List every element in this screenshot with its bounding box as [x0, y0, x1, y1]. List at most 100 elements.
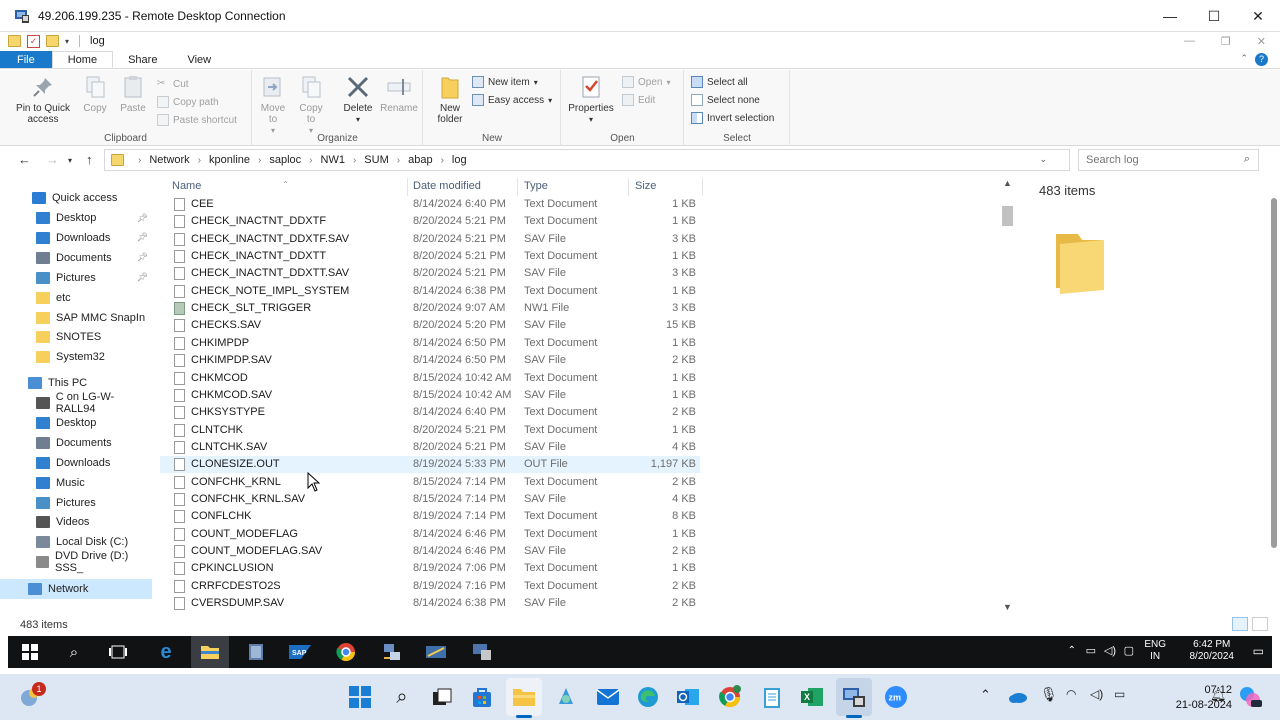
pin-to-quick-access-button[interactable]: Pin to Quick access — [12, 74, 74, 125]
forward-arrow-icon[interactable]: → — [46, 152, 59, 167]
remote-desktop-taskbar-icon[interactable] — [840, 683, 868, 711]
explorer-close-button[interactable]: ✕ — [1257, 35, 1266, 48]
paste-button[interactable]: Paste — [116, 74, 150, 114]
store-icon[interactable] — [468, 683, 496, 711]
breadcrumb-item[interactable]: log — [452, 154, 467, 166]
file-row[interactable]: CONFCHK_KRNL.SAV 8/15/2024 7:14 PM SAV Fil… — [160, 491, 700, 508]
ribbon-collapse-icon[interactable]: ⌃ — [1240, 53, 1248, 64]
task-view-icon[interactable] — [428, 683, 456, 711]
sap-icon[interactable]: SAP — [288, 640, 312, 664]
file-row[interactable]: CHECK_INACTNT_DDXTT.SAV 8/20/2024 5:21 PM… — [160, 265, 700, 282]
breadcrumb-item[interactable]: saploc — [269, 154, 301, 166]
recent-locations-icon[interactable]: ▾ — [68, 156, 72, 165]
excel-icon[interactable]: X — [798, 683, 826, 711]
details-view-button[interactable] — [1232, 617, 1248, 631]
maximize-button[interactable]: ☐ — [1192, 0, 1236, 32]
open-button[interactable]: Open ▾ — [622, 74, 670, 90]
file-row[interactable]: CHKSYSTYPE 8/14/2024 6:40 PM Text Document… — [160, 404, 700, 421]
close-button[interactable]: ✕ — [1236, 0, 1280, 32]
mail-icon[interactable] — [594, 683, 622, 711]
edit-button[interactable]: Edit — [622, 92, 655, 108]
file-row[interactable]: CHKMCOD.SAV 8/15/2024 10:42 AM SAV File 1 K… — [160, 387, 700, 404]
up-arrow-icon[interactable]: ↑ — [86, 152, 93, 167]
outlook-icon[interactable] — [674, 683, 702, 711]
address-bar[interactable]: › Network › kponline › saploc › NW1 › SUM › abap › lo… — [104, 149, 1087, 171]
rename-button[interactable]: Rename — [379, 74, 419, 114]
new-folder-quick-icon[interactable] — [46, 35, 59, 47]
remote-clock[interactable]: 6:42 PM 8/20/2024 — [1190, 639, 1235, 663]
breadcrumb-chevron-icon[interactable]: › — [353, 155, 356, 166]
file-row[interactable]: CHECK_INACTNT_DDXTF 8/20/2024 5:21 PM Text… — [160, 213, 700, 230]
file-row[interactable]: CONFCHK_KRNL 8/15/2024 7:14 PM Text Docume… — [160, 474, 700, 491]
file-row[interactable]: CONFLCHK 8/19/2024 7:14 PM Text Document 8 … — [160, 508, 700, 525]
breadcrumb-item[interactable]: NW1 — [321, 154, 345, 166]
copy-to-button[interactable]: Copy to ▾ — [295, 74, 327, 136]
weather-widget-icon[interactable]: 1 — [16, 682, 46, 711]
chrome-profile-icon[interactable] — [716, 683, 744, 711]
breadcrumb-chevron-icon[interactable]: › — [309, 155, 312, 166]
file-row[interactable]: CLNTCHK.SAV 8/20/2024 5:21 PM SAV File 4 KB — [160, 439, 700, 456]
scroll-up-icon[interactable]: ▲ — [1003, 178, 1012, 188]
new-folder-button[interactable]: New folder — [432, 74, 468, 125]
move-to-button[interactable]: Move to ▾ — [257, 74, 289, 136]
file-row[interactable]: CHECK_NOTE_IMPL_SYSTEM 8/14/2024 6:38 PM T… — [160, 283, 700, 300]
tab-view[interactable]: View — [172, 51, 226, 68]
file-row[interactable]: CRRFCDESTO2S 8/19/2024 7:16 PM Text Docume… — [160, 578, 700, 595]
nav-network[interactable]: Network — [0, 579, 152, 599]
minimize-button[interactable]: — — [1148, 0, 1192, 32]
notification-bell-icon[interactable]: 🔔︎ — [1210, 687, 1227, 703]
tab-file[interactable]: File — [0, 51, 52, 68]
network-app-icon[interactable] — [380, 640, 404, 664]
file-row[interactable]: CPKINCLUSION 8/19/2024 7:06 PM Text Docume… — [160, 560, 700, 577]
windows-start-icon[interactable] — [18, 640, 42, 664]
file-row[interactable]: CLNTCHK 8/20/2024 5:21 PM Text Document 1 K… — [160, 422, 700, 439]
breadcrumb-item[interactable]: abap — [408, 154, 432, 166]
file-explorer-icon[interactable] — [198, 640, 222, 664]
nav-this-pc[interactable]: This PC — [0, 373, 152, 393]
file-row[interactable]: CEE 8/14/2024 6:40 PM Text Document 1 KB — [160, 196, 700, 213]
nav-item-pictures[interactable]: Pictures 📌︎ — [0, 268, 152, 288]
file-row[interactable]: CVERSDUMP.SAV 8/14/2024 6:38 PM SAV File 2 … — [160, 595, 700, 612]
nav-item-system32[interactable]: System32 — [0, 347, 152, 367]
internet-explorer-icon[interactable]: e — [154, 640, 178, 664]
file-row[interactable]: CLONESIZE.OUT 8/19/2024 5:33 PM OUT File 1,… — [160, 456, 700, 474]
select-all-button[interactable]: Select all — [691, 74, 748, 90]
volume-icon[interactable]: ◁) — [1090, 687, 1103, 701]
onedrive-icon[interactable] — [1004, 683, 1032, 711]
breadcrumb-item[interactable]: Network — [149, 154, 189, 166]
search-icon[interactable]: ⌕ — [388, 683, 416, 711]
battery-icon[interactable]: ▭ — [1114, 687, 1125, 701]
search-icon[interactable]: ⌕ — [62, 640, 86, 664]
nav-item-documents[interactable]: Documents 📌︎ — [0, 248, 152, 268]
file-row[interactable]: COUNT_MODEFLAG.SAV 8/14/2024 6:46 PM SAV F… — [160, 543, 700, 560]
copy-button[interactable]: Copy — [78, 74, 112, 114]
back-arrow-icon[interactable]: ← — [18, 152, 31, 167]
file-row[interactable]: COUNT_MODEFLAG 8/14/2024 6:46 PM Text Docu… — [160, 526, 700, 543]
nav-item-downloads[interactable]: Downloads 📌︎ — [0, 228, 152, 248]
nav-item-etc[interactable]: etc — [0, 288, 152, 308]
network-icon[interactable]: ▭ — [1086, 644, 1096, 657]
paste-shortcut-button[interactable]: Paste shortcut — [157, 112, 237, 128]
select-none-button[interactable]: Select none — [691, 92, 760, 108]
nav-item-desktop[interactable]: Desktop 📌︎ — [0, 208, 152, 228]
search-icon[interactable]: ⌕ — [1244, 153, 1250, 166]
windows-start-icon[interactable] — [346, 683, 374, 711]
outer-scrollbar[interactable] — [1270, 174, 1278, 554]
language-indicator[interactable]: ENG IN — [1144, 639, 1166, 663]
file-row[interactable]: CHECK_SLT_TRIGGER 8/20/2024 9:07 AM NW1 Fi… — [160, 300, 700, 317]
properties-button[interactable]: Properties ▾ — [566, 74, 616, 125]
cut-button[interactable]: ✂ Cut — [157, 76, 189, 92]
notification-icon[interactable]: ▭ — [1253, 644, 1264, 658]
copilot-app-icon[interactable] — [552, 683, 580, 711]
edge-icon[interactable] — [634, 683, 662, 711]
nav-item-videos[interactable]: Videos — [0, 512, 152, 532]
zoom-icon[interactable]: zm — [882, 683, 910, 711]
notepad-icon[interactable] — [758, 683, 786, 711]
scroll-down-icon[interactable]: ▼ — [1003, 602, 1012, 612]
remote-desktop-app-icon[interactable] — [470, 640, 494, 664]
tab-share[interactable]: Share — [113, 51, 172, 68]
file-row[interactable]: CHKMCOD 8/15/2024 10:42 AM Text Document 1 … — [160, 370, 700, 387]
large-icons-view-button[interactable] — [1252, 617, 1268, 631]
breadcrumb-item[interactable]: SUM — [364, 154, 388, 166]
explorer-restore-button[interactable]: ❐ — [1221, 35, 1231, 48]
